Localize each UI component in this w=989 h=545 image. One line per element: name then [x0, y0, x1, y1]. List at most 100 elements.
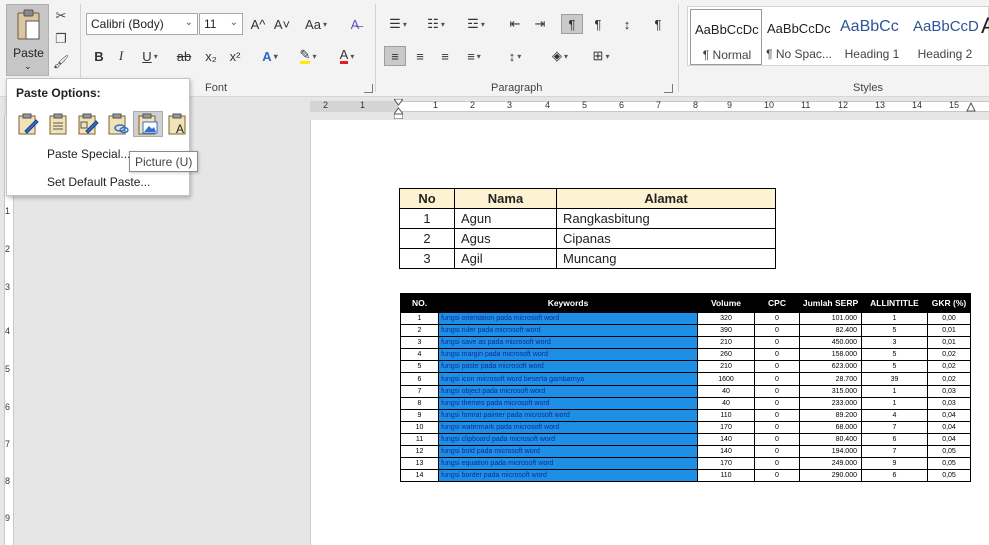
set-default-paste-menu-item[interactable]: Set Default Paste...	[47, 175, 150, 189]
chevron-down-icon: ⌄	[229, 17, 238, 28]
ruler-number: 9	[5, 513, 11, 523]
highlight-icon[interactable]: ✎ ▾	[293, 46, 323, 66]
students-table[interactable]: No Nama Alamat 1 Agun Rangkasbitung 2 Ag…	[399, 188, 776, 269]
style-no-spacing[interactable]: AaBbCcDc ¶ No Spac...	[763, 9, 835, 65]
clear-formatting-icon[interactable]: A̶	[344, 14, 366, 34]
decrease-indent-icon[interactable]: ⇤	[505, 14, 525, 34]
styles-gallery: AaBbCcDc ¶ Normal AaBbCcDc ¶ No Spac... …	[687, 6, 989, 66]
table-cell: 13	[400, 457, 439, 471]
numbering-icon[interactable]: ☷ ▾	[422, 14, 450, 34]
change-case-button[interactable]: Aa ▾	[301, 14, 331, 34]
ruler-number: 1	[433, 100, 439, 110]
text-effects-icon[interactable]: A ▾	[255, 46, 285, 66]
increase-indent-icon[interactable]: ⇥	[530, 14, 550, 34]
ruler-number: 4	[5, 326, 11, 336]
keywords-table[interactable]: NO. Keywords Volume CPC Jumlah SERP ALLI…	[400, 293, 971, 483]
table-cell: 0	[754, 420, 800, 434]
table-cell: fungsi icon microsoft word beserta gamba…	[438, 372, 698, 386]
align-center-icon[interactable]: ≡	[409, 46, 431, 66]
table-cell: 0,04	[927, 432, 971, 447]
table-cell: 194.000	[799, 445, 862, 459]
style-heading-2[interactable]: AaBbCcD Heading 2	[909, 9, 981, 65]
table-row: 9 fungsi format painter pada microsoft wo…	[400, 408, 971, 422]
style-preview: AaBbCcD	[913, 18, 979, 35]
paste-button[interactable]: Paste ⌄	[6, 4, 49, 76]
font-size-dropdown[interactable]: 11 ⌄	[199, 13, 243, 35]
paste-nested-table-button[interactable]	[73, 111, 103, 137]
paste-text-only-button[interactable]: A	[163, 111, 193, 137]
table-row: 14 fungsi border pada microsoft word 110 0 2…	[400, 469, 971, 483]
grow-font-button[interactable]: A^	[248, 14, 268, 34]
table-cell: 170	[697, 420, 755, 434]
table-cell: fungsi margin pada microsoft word	[438, 348, 698, 362]
table-cell: 0,01	[927, 336, 971, 350]
table-row: 6 fungsi icon microsoft word beserta gamb…	[400, 372, 971, 386]
right-indent-marker-icon[interactable]	[966, 102, 976, 112]
ruler-number: 7	[656, 100, 662, 110]
table-cell: 0,03	[927, 384, 971, 398]
table-cell: 0	[754, 384, 800, 398]
table-cell: fungsi border pada microsoft word	[438, 469, 698, 483]
table-cell: 3	[399, 248, 455, 269]
table-cell: 6	[861, 469, 928, 483]
shrink-font-button[interactable]: A˅	[272, 14, 292, 34]
multilevel-list-icon[interactable]: ☲ ▾	[460, 14, 492, 34]
table-cell: 210	[697, 336, 755, 350]
format-painter-icon[interactable]: 🖌	[53, 54, 70, 70]
ruler-number: 14	[912, 100, 923, 110]
paste-link-button[interactable]	[103, 111, 133, 137]
subscript-button[interactable]: x₂	[202, 46, 220, 66]
superscript-button[interactable]: x²	[226, 46, 244, 66]
chevron-down-icon: ⌄	[184, 17, 193, 28]
table-cell: 0	[754, 336, 800, 350]
paste-keep-source-formatting-button[interactable]	[13, 111, 43, 137]
paste-merge-formatting-button[interactable]	[43, 111, 73, 137]
table-row: 10 fungsi watermark pada microsoft word 17…	[400, 420, 971, 434]
table-cell: 0,02	[927, 360, 971, 374]
ruler-number: 1	[5, 206, 11, 216]
style-title[interactable]: A	[981, 9, 989, 65]
table-cell: 233.000	[799, 396, 862, 410]
line-spacing-icon[interactable]: ↕ ▾	[500, 46, 530, 66]
copy-icon[interactable]: ❐	[53, 31, 69, 47]
rtl-icon[interactable]: ¶	[587, 14, 609, 34]
table-cell: 2	[399, 228, 455, 249]
table-row: 5 fungsi paste pada microsoft word 210 0 623…	[400, 360, 971, 374]
borders-icon[interactable]: ⊞ ▾	[585, 46, 617, 66]
style-normal[interactable]: AaBbCcDc ¶ Normal	[690, 9, 762, 65]
justify-icon[interactable]: ≡ ▾	[459, 46, 489, 66]
table-cell: 390	[697, 324, 755, 338]
cut-icon[interactable]: ✂	[53, 8, 69, 24]
table-cell: 80.400	[799, 432, 862, 447]
bold-button[interactable]: B	[90, 46, 108, 66]
paste-special-menu-item[interactable]: Paste Special...	[47, 147, 130, 161]
ltr-icon[interactable]: ¶	[561, 14, 583, 34]
table-header-cell: Keywords	[438, 293, 698, 313]
font-dialog-launcher-icon[interactable]	[364, 84, 373, 93]
table-cell: 110	[697, 408, 755, 422]
table-cell: 6	[861, 432, 928, 447]
font-name-dropdown[interactable]: Calibri (Body) ⌄	[86, 13, 198, 35]
ruler-number: 10	[764, 100, 775, 110]
table-cell: Agun	[454, 208, 557, 229]
style-heading-1[interactable]: AaBbCc Heading 1	[836, 9, 908, 65]
table-cell: 0	[754, 360, 800, 374]
shading-icon[interactable]: ◈ ▾	[545, 46, 575, 66]
indent-marker-icon[interactable]	[394, 99, 403, 119]
paragraph-dialog-launcher-icon[interactable]	[664, 84, 673, 93]
show-marks-icon[interactable]: ¶	[648, 14, 668, 34]
bullets-icon[interactable]: ☰ ▾	[384, 14, 412, 34]
font-color-icon[interactable]: A ▾	[332, 46, 362, 66]
chevron-down-icon[interactable]: ⌄	[24, 61, 32, 72]
align-right-icon[interactable]: ≡	[434, 46, 456, 66]
sort-icon[interactable]: ↕	[616, 14, 638, 34]
table-cell: 0	[754, 372, 800, 386]
strikethrough-button[interactable]: ab	[173, 46, 195, 66]
align-left-icon[interactable]: ≡	[384, 46, 406, 66]
italic-button[interactable]: I	[112, 46, 130, 66]
paste-keep-source-icon	[18, 113, 39, 135]
paste-picture-button[interactable]	[133, 111, 163, 137]
underline-button[interactable]: U ▾	[136, 46, 164, 66]
table-row: 13 fungsi equation pada microsoft word 170…	[400, 457, 971, 471]
table-header-cell: NO.	[400, 293, 439, 313]
